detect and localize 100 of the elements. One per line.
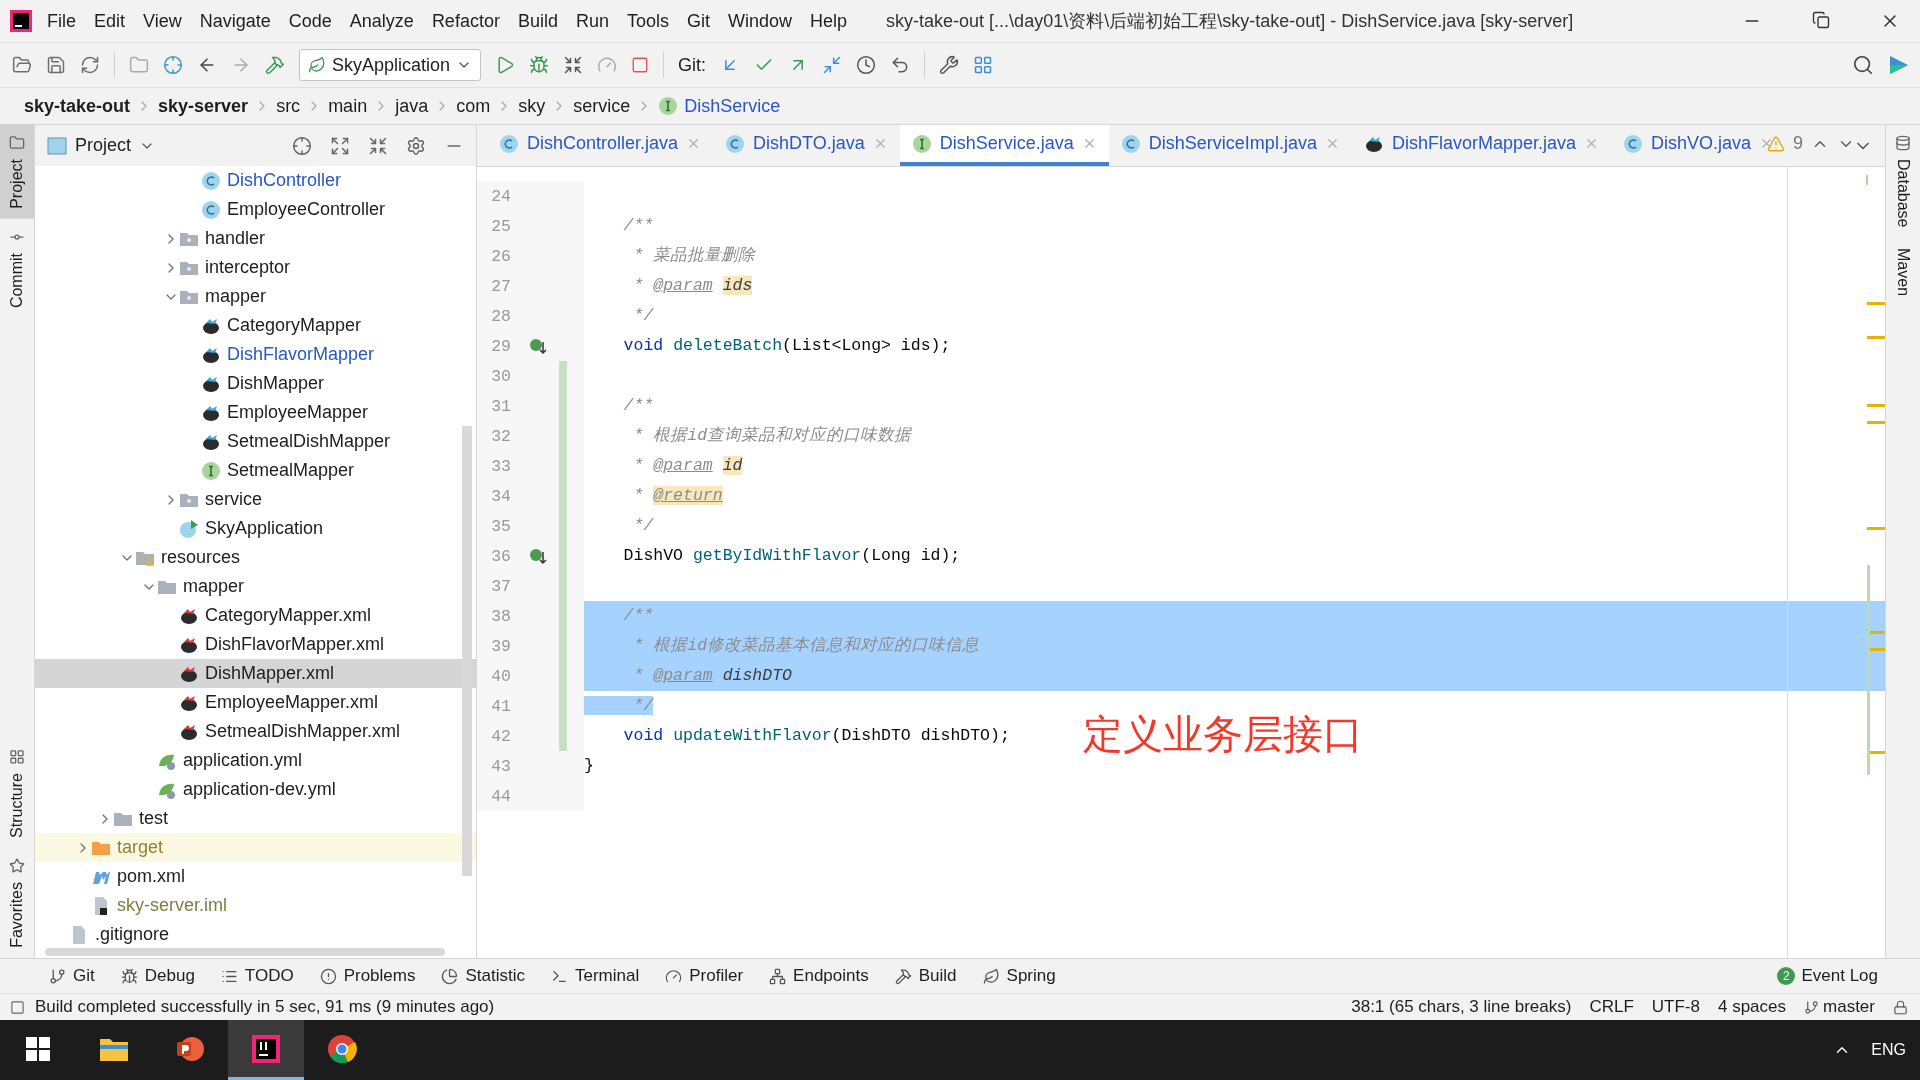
tool-window-button[interactable]: Build: [885, 966, 966, 986]
tree-item[interactable]: application-dev.yml: [35, 775, 476, 804]
tree-item[interactable]: CategoryMapper.xml: [35, 601, 476, 630]
tree-item[interactable]: service: [35, 485, 476, 514]
tool-window-button[interactable]: Debug: [111, 966, 204, 986]
editor-tab[interactable]: DishDTO.java: [713, 125, 900, 166]
tree-item[interactable]: DishMapper: [35, 369, 476, 398]
tree-item[interactable]: DishFlavorMapper: [35, 340, 476, 369]
indent-setting[interactable]: 4 spaces: [1718, 997, 1787, 1017]
tree-item[interactable]: DishController: [35, 166, 476, 195]
ide-app-icon[interactable]: [251, 1033, 281, 1064]
gauge-icon[interactable]: [665, 967, 683, 985]
tree-item[interactable]: DishFlavorMapper.xml: [35, 630, 476, 659]
menu-item[interactable]: Build: [508, 6, 567, 36]
hammer-icon[interactable]: [894, 967, 912, 985]
breadcrumb-item[interactable]: DishService: [652, 95, 787, 117]
wrench-icon[interactable]: [939, 55, 960, 75]
project-view-dropdown[interactable]: Project: [47, 135, 156, 156]
tool-window-tab[interactable]: Maven: [1886, 237, 1920, 306]
tool-window-button[interactable]: Spring: [973, 966, 1065, 986]
expand-all-icon[interactable]: [330, 135, 350, 156]
stop-icon[interactable]: [631, 56, 650, 74]
lock-icon[interactable]: [1893, 999, 1908, 1015]
breadcrumb-item[interactable]: src: [270, 95, 307, 117]
history-icon[interactable]: [856, 55, 877, 75]
plugin-logo-icon[interactable]: [1888, 54, 1910, 76]
menu-item[interactable]: Navigate: [190, 6, 280, 36]
refresh-icon[interactable]: [80, 55, 100, 75]
event-log-button[interactable]: 2 Event Log: [1771, 965, 1884, 987]
tool-window-button[interactable]: Endpoints: [760, 966, 878, 986]
bug-icon[interactable]: [120, 967, 138, 985]
menu-item[interactable]: View: [134, 6, 191, 36]
scrollbar[interactable]: [45, 948, 445, 956]
file-encoding[interactable]: UTF-8: [1651, 997, 1700, 1017]
tree-item[interactable]: EmployeeController: [35, 195, 476, 224]
tool-window-button[interactable]: Profiler: [656, 966, 753, 986]
panel-toggle-icon[interactable]: [10, 999, 25, 1015]
save-icon[interactable]: [46, 55, 66, 75]
tool-window-tab[interactable]: Database: [1886, 125, 1920, 238]
editor-tab[interactable]: DishFlavorMapper.java: [1351, 125, 1611, 166]
settings-icon[interactable]: [406, 135, 426, 156]
language-indicator[interactable]: ENG: [1871, 1041, 1906, 1059]
breadcrumb-item[interactable]: main: [322, 95, 374, 117]
tree-item[interactable]: mapper: [35, 572, 476, 601]
tree-item[interactable]: EmployeeMapper: [35, 398, 476, 427]
run-config-dropdown[interactable]: SkyApplication: [299, 49, 482, 81]
restore-icon[interactable]: [1812, 11, 1830, 29]
bug-icon[interactable]: [529, 55, 550, 75]
tree-item[interactable]: DishMapper.xml: [35, 659, 476, 688]
leaf-icon[interactable]: [982, 967, 1000, 985]
tool-window-tab[interactable]: Favorites: [0, 848, 34, 958]
editor-tab[interactable]: DishController.java: [487, 125, 714, 166]
collapse-all-icon[interactable]: [368, 135, 388, 156]
tree-item[interactable]: CategoryMapper: [35, 311, 476, 340]
tool-window-button[interactable]: TODO: [211, 966, 303, 986]
run-icon[interactable]: [495, 55, 516, 75]
menu-item[interactable]: Help: [801, 6, 857, 36]
breadcrumb-item[interactable]: com: [450, 95, 497, 117]
menu-item[interactable]: Window: [719, 6, 802, 36]
breadcrumb-item[interactable]: sky: [512, 95, 552, 117]
menu-item[interactable]: Git: [678, 6, 719, 36]
tool-window-button[interactable]: Git: [40, 966, 104, 986]
menu-item[interactable]: Analyze: [340, 6, 423, 36]
tree-item[interactable]: interceptor: [35, 253, 476, 282]
breadcrumb-item[interactable]: sky-server: [152, 95, 255, 117]
tree-item[interactable]: handler: [35, 224, 476, 253]
folder-icon[interactable]: [12, 55, 32, 75]
menu-item[interactable]: Tools: [617, 6, 678, 36]
tree-item[interactable]: target: [35, 833, 476, 862]
browser-app-icon[interactable]: [327, 1033, 357, 1064]
menu-item[interactable]: Edit: [85, 6, 135, 36]
tree-item[interactable]: resources: [35, 543, 476, 572]
menu-item[interactable]: File: [38, 6, 85, 36]
alert-icon[interactable]: [319, 967, 337, 985]
locate-icon[interactable]: [292, 135, 312, 156]
menu-item[interactable]: Code: [279, 6, 341, 36]
menu-item[interactable]: Refactor: [422, 6, 509, 36]
breadcrumb-item[interactable]: java: [389, 95, 435, 117]
tree-item[interactable]: SetmealMapper: [35, 456, 476, 485]
tree-item[interactable]: pom.xml: [35, 862, 476, 891]
tree-item[interactable]: .gitignore: [35, 920, 476, 949]
target-icon[interactable]: [163, 55, 183, 75]
breadcrumb-item[interactable]: service: [567, 95, 637, 117]
search-icon[interactable]: [1852, 54, 1874, 76]
tree-item[interactable]: sky-server.iml: [35, 891, 476, 920]
breadcrumb-item[interactable]: sky-take-out: [18, 95, 137, 117]
hammer-icon[interactable]: [265, 55, 285, 75]
implemented-marker-icon[interactable]: [529, 337, 547, 355]
editor-tab[interactable]: DishVO.java: [1611, 125, 1787, 166]
tree-item[interactable]: SetmealDishMapper.xml: [35, 717, 476, 746]
tool-window-tab[interactable]: Commit: [0, 218, 34, 318]
tool-window-tab[interactable]: Project: [0, 125, 34, 219]
tool-window-button[interactable]: Terminal: [542, 966, 649, 986]
tree-item[interactable]: mapper: [35, 282, 476, 311]
structure-icon[interactable]: [973, 55, 994, 75]
menu-item[interactable]: Run: [566, 6, 618, 36]
pie-chart-icon[interactable]: [441, 967, 459, 985]
scrollbar[interactable]: [462, 426, 472, 876]
tree-item[interactable]: EmployeeMapper.xml: [35, 688, 476, 717]
editor-tab[interactable]: DishServiceImpl.java: [1108, 125, 1352, 166]
